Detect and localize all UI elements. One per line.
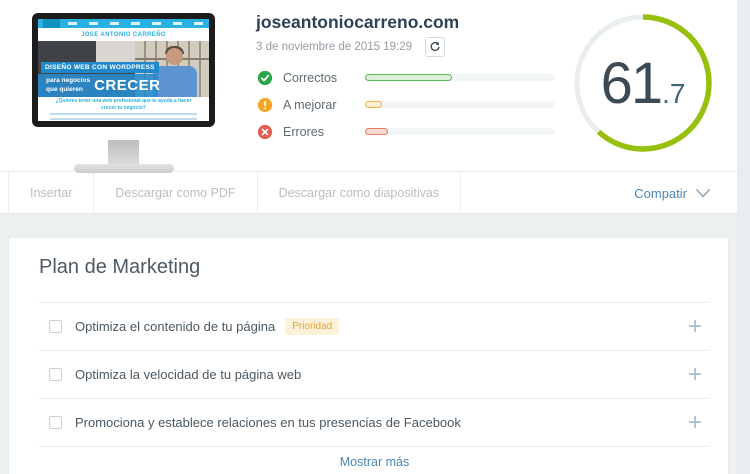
plan-item-checkbox[interactable] bbox=[49, 320, 62, 333]
expand-plus-icon[interactable]: + bbox=[684, 362, 706, 386]
page-edge-strip bbox=[737, 0, 750, 474]
preview-brand: JOSE ANTONIO CARREÑO bbox=[80, 31, 166, 38]
monitor-frame: JOSE ANTONIO CARREÑO DISEÑO WEB CON WORD… bbox=[32, 13, 215, 127]
monitor-base bbox=[74, 164, 174, 173]
report-toolbar: Insertar Descargar como PDF Descargar co… bbox=[0, 172, 737, 214]
preview-navbar bbox=[38, 19, 209, 28]
preview-hero-big-word: CRECER bbox=[94, 77, 161, 94]
stat-row-improve: A mejorar bbox=[257, 96, 555, 113]
report-header: JOSE ANTONIO CARREÑO DISEÑO WEB CON WORD… bbox=[0, 0, 737, 173]
stat-row-errors: Errores bbox=[257, 123, 555, 140]
website-screenshot: JOSE ANTONIO CARREÑO DISEÑO WEB CON WORD… bbox=[38, 19, 209, 121]
plan-title: Plan de Marketing bbox=[39, 256, 201, 278]
score-gauge: 61.7 bbox=[572, 12, 714, 154]
show-more-link[interactable]: Mostrar más bbox=[39, 447, 710, 474]
download-slides-button[interactable]: Descargar como diapositivas bbox=[258, 172, 462, 214]
stat-label-correct: Correctos bbox=[283, 70, 338, 85]
refresh-icon bbox=[430, 41, 440, 52]
progress-bar-improve bbox=[365, 101, 555, 108]
expand-plus-icon[interactable]: + bbox=[684, 410, 706, 434]
monitor-stand bbox=[108, 140, 139, 166]
embed-button[interactable]: Insertar bbox=[9, 172, 95, 214]
download-pdf-button[interactable]: Descargar como PDF bbox=[94, 172, 258, 214]
analysis-date: 3 de noviembre de 2015 19:29 bbox=[256, 41, 413, 53]
analysis-date-row: 3 de noviembre de 2015 19:29 bbox=[256, 37, 446, 57]
check-icon bbox=[257, 70, 273, 85]
stat-row-correct: Correctos bbox=[257, 69, 555, 86]
plan-item-facebook[interactable]: Promociona y establece relaciones en tus… bbox=[39, 399, 710, 446]
preview-hero-headline: DISEÑO WEB CON WORDPRESS bbox=[41, 62, 159, 73]
refresh-button[interactable] bbox=[425, 37, 446, 57]
preview-hero: DISEÑO WEB CON WORDPRESS para negocios q… bbox=[38, 41, 209, 97]
website-preview: JOSE ANTONIO CARREÑO DISEÑO WEB CON WORD… bbox=[32, 13, 232, 173]
preview-person-photo bbox=[166, 48, 183, 65]
score-value: 61.7 bbox=[600, 50, 686, 116]
warning-icon bbox=[257, 97, 273, 112]
priority-badge: Prioridad bbox=[285, 318, 340, 335]
page-title: joseantoniocarreno.com bbox=[256, 12, 460, 32]
expand-plus-icon[interactable]: + bbox=[684, 314, 706, 338]
preview-text-lines bbox=[49, 113, 198, 121]
stat-label-errors: Errores bbox=[283, 124, 324, 139]
share-button[interactable]: Compatir bbox=[634, 172, 710, 214]
stat-label-improve: A mejorar bbox=[283, 97, 337, 112]
status-summary: Correctos A mejorar Errores bbox=[257, 69, 555, 150]
progress-bar-correct bbox=[365, 74, 555, 81]
plan-item-speed[interactable]: Optimiza la velocidad de tu página web + bbox=[39, 351, 710, 398]
error-icon bbox=[257, 124, 273, 139]
preview-caption: ¿Quieres tener una web profesional que t… bbox=[55, 98, 192, 111]
marketing-plan-card: Plan de Marketing Optimiza el contenido … bbox=[8, 237, 729, 474]
chevron-down-icon bbox=[696, 188, 710, 197]
plan-item-content[interactable]: Optimiza el contenido de tu página Prior… bbox=[39, 303, 710, 350]
report-header-card: JOSE ANTONIO CARREÑO DISEÑO WEB CON WORD… bbox=[0, 0, 737, 214]
progress-bar-errors bbox=[365, 128, 555, 135]
plan-item-checkbox[interactable] bbox=[49, 368, 62, 381]
plan-item-checkbox[interactable] bbox=[49, 416, 62, 429]
